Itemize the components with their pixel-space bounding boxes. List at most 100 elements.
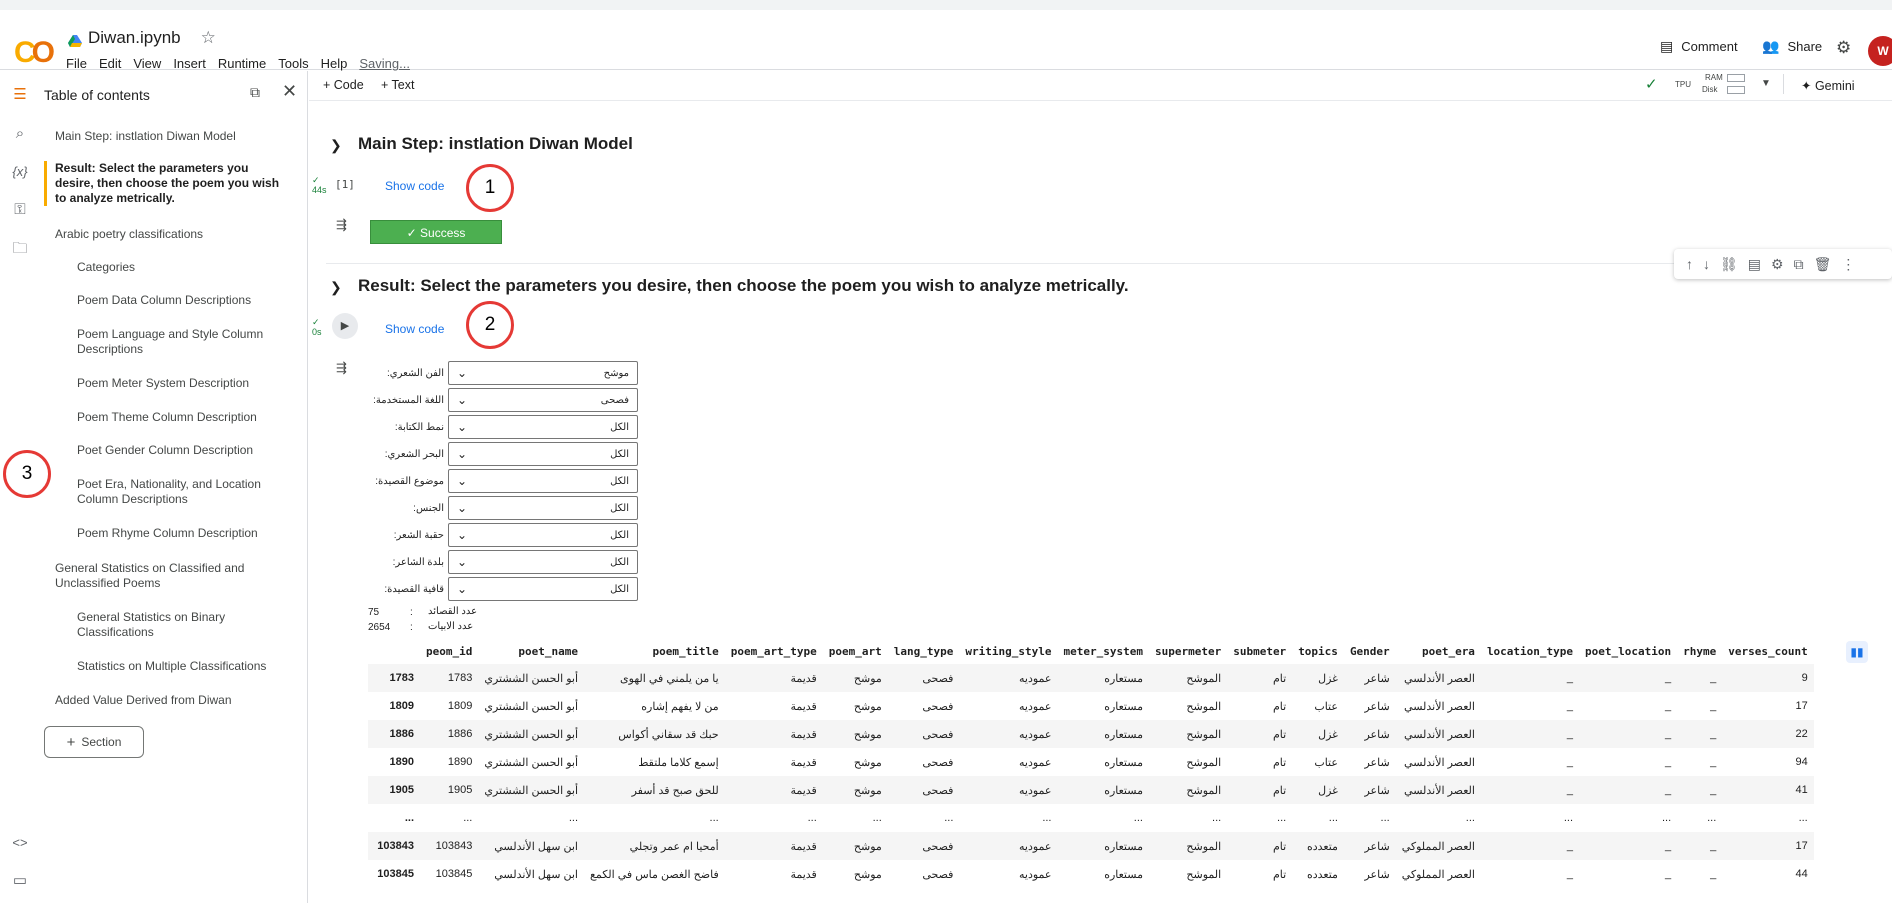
table-cell: فصحى xyxy=(922,700,954,713)
star-icon[interactable]: ☆ xyxy=(201,28,216,48)
table-cell: _ xyxy=(1480,664,1580,692)
toc-item[interactable]: Poem Language and Style Column Descripti… xyxy=(77,327,287,357)
toc-item[interactable]: General Statistics on Classified and Unc… xyxy=(55,561,265,591)
move-up-icon[interactable]: ↑ xyxy=(1686,256,1693,272)
menu-help[interactable]: Help xyxy=(321,56,348,71)
filter-label: :الجنس xyxy=(413,502,444,514)
mirror-cell-icon[interactable]: ⧉ xyxy=(1794,256,1804,273)
folder-icon[interactable]: 🗀 xyxy=(8,237,32,261)
output-toggle-icon[interactable]: ⇶ xyxy=(336,217,347,233)
toc-item[interactable]: Main Step: instlation Diwan Model xyxy=(55,129,236,144)
toc-item[interactable]: Added Value Derived from Diwan xyxy=(55,693,232,708)
filter-select[interactable]: الكل ⌄ xyxy=(448,415,638,439)
table-cell: الموشح xyxy=(1186,868,1222,881)
exec-status: ✓ 0s xyxy=(312,317,322,337)
table-cell: _ xyxy=(1566,756,1574,768)
toc-item[interactable]: Poem Data Column Descriptions xyxy=(77,293,251,308)
table-cell: ... xyxy=(944,812,954,824)
table-cell: موشح xyxy=(853,756,882,769)
table-cell: عموديه xyxy=(1019,868,1052,881)
collapse-chevron-icon[interactable]: ❯ xyxy=(330,279,342,296)
toolbar-divider xyxy=(1783,74,1784,94)
filter-select[interactable]: الكل ⌄ xyxy=(448,523,638,547)
filter-select[interactable]: الكل ⌄ xyxy=(448,496,638,520)
filter-row: :حقبة الشعر الكل ⌄ xyxy=(350,523,638,547)
add-text-button[interactable]: + Text xyxy=(381,78,414,92)
cell-settings-icon[interactable]: ⚙ xyxy=(1771,256,1784,273)
add-section-button[interactable]: + Section xyxy=(44,726,144,758)
link-icon[interactable]: ⛓ xyxy=(1720,256,1738,273)
disk-label[interactable]: Disk xyxy=(1702,85,1718,94)
code-snippets-icon[interactable]: <> xyxy=(8,831,32,855)
variables-icon[interactable]: {x} xyxy=(8,160,32,184)
share-button[interactable]: 👥 Share xyxy=(1762,38,1822,55)
toc-item[interactable]: Arabic poetry classifications xyxy=(55,227,203,242)
comment-cell-icon[interactable]: ▤ xyxy=(1748,256,1761,273)
menu-runtime[interactable]: Runtime xyxy=(218,56,266,71)
filter-select[interactable]: الكل ⌄ xyxy=(448,469,638,493)
toc-item[interactable]: Poet Gender Column Description xyxy=(77,443,253,458)
key-icon[interactable]: ⚿ xyxy=(8,198,32,222)
filter-select[interactable]: فصحى ⌄ xyxy=(448,388,638,412)
filter-select[interactable]: موشح ⌄ xyxy=(448,361,638,385)
table-cell: قديمة xyxy=(724,664,823,692)
table-cell: شاعر xyxy=(1364,700,1390,713)
table-cell: 1809 xyxy=(447,700,473,712)
toc-item[interactable]: Poem Theme Column Description xyxy=(77,410,257,425)
chart-suggestion-icon[interactable]: ▮▮ xyxy=(1846,641,1868,663)
menu-file[interactable]: File xyxy=(66,56,87,71)
menu-tools[interactable]: Tools xyxy=(278,56,308,71)
filter-select[interactable]: الكل ⌄ xyxy=(448,442,638,466)
toc-item[interactable]: General Statistics on Binary Classificat… xyxy=(77,610,267,640)
menu-edit[interactable]: Edit xyxy=(99,56,121,71)
colab-logo[interactable]: CO xyxy=(14,36,55,70)
delete-icon[interactable]: 🗑 xyxy=(1814,256,1832,273)
table-cell: قديمة xyxy=(790,868,817,881)
table-cell: يا من يلمني في الهوى xyxy=(584,664,725,692)
terminal-icon[interactable]: ▭ xyxy=(8,869,32,893)
filter-label: :حقبة الشعر xyxy=(393,529,444,541)
filter-value: فصحى xyxy=(600,394,629,406)
search-icon[interactable]: ⌕ xyxy=(8,122,32,146)
menu-view[interactable]: View xyxy=(133,56,161,71)
show-code-link[interactable]: Show code xyxy=(385,179,444,193)
close-icon[interactable]: ✕ xyxy=(282,81,297,102)
settings-gear-icon[interactable]: ⚙ xyxy=(1836,38,1851,58)
toc-item[interactable]: Statistics on Multiple Classifications xyxy=(77,659,266,674)
add-code-button[interactable]: + Code xyxy=(323,78,364,92)
toc-item[interactable]: Poet Era, Nationality, and Location Colu… xyxy=(77,477,277,507)
filter-select[interactable]: الكل ⌄ xyxy=(448,577,638,601)
table-row: 103843 103843 ابن سهل الأندلسي أمحيا ام عمر… xyxy=(368,832,1814,860)
collapse-chevron-icon[interactable]: ❯ xyxy=(330,137,342,154)
move-down-icon[interactable]: ↓ xyxy=(1703,256,1710,272)
comment-button[interactable]: ▤ Comment xyxy=(1660,38,1738,55)
table-cell: أبو الحسن الششتري xyxy=(478,664,584,692)
runtime-type[interactable]: TPU xyxy=(1675,80,1691,89)
filter-select[interactable]: الكل ⌄ xyxy=(448,550,638,574)
stat-poems-count: 75 xyxy=(368,607,380,618)
table-cell: غزل xyxy=(1292,720,1344,748)
notebook-title[interactable]: Diwan.ipynb xyxy=(88,28,181,48)
table-cell: أبو الحسن الششتري xyxy=(478,776,584,804)
ram-label[interactable]: RAM xyxy=(1705,73,1723,82)
run-cell-button[interactable]: ▶ xyxy=(332,313,358,339)
menu-insert[interactable]: Insert xyxy=(173,56,206,71)
gemini-button[interactable]: ✦ Gemini xyxy=(1801,78,1855,93)
filter-label: :نمط الكتابة xyxy=(394,421,444,433)
table-cell: قديمة xyxy=(790,756,817,769)
resources-dropdown-icon[interactable]: ▼ xyxy=(1761,78,1771,89)
toc-item[interactable]: Categories xyxy=(77,260,135,275)
toc-icon[interactable]: ☰ xyxy=(8,83,32,107)
show-code-link[interactable]: Show code xyxy=(385,322,444,336)
avatar[interactable]: W xyxy=(1868,36,1892,66)
toc-item-selected[interactable]: Result: Select the parameters you desire… xyxy=(44,161,284,206)
output-toggle-icon[interactable]: ⇶ xyxy=(336,360,347,376)
toc-item[interactable]: Poem Rhyme Column Description xyxy=(77,526,258,541)
stat-verses-label: عدد الابيات xyxy=(428,621,474,632)
filter-label: :موضوع القصيدة xyxy=(375,475,444,487)
table-cell: فصحى xyxy=(887,664,960,692)
toc-item[interactable]: Poem Meter System Description xyxy=(77,376,249,391)
open-in-tab-icon[interactable]: ⧉ xyxy=(250,84,260,101)
table-cell: _ xyxy=(1665,756,1672,768)
more-options-icon[interactable]: ⋮ xyxy=(1841,256,1855,273)
